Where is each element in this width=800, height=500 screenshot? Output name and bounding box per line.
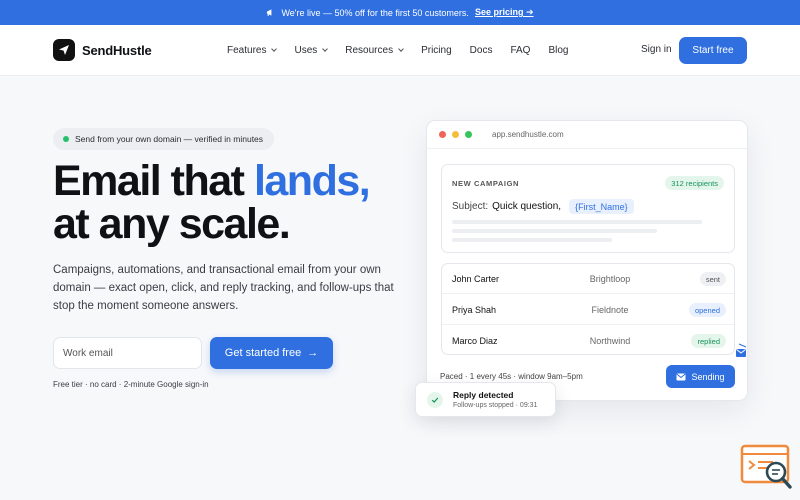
status-badge: sent [699, 272, 726, 286]
toast-title: Reply detected [453, 390, 514, 400]
placeholder-line [452, 220, 702, 224]
nav-features[interactable]: Features [227, 45, 278, 56]
announcement-text: We're live — 50% off for the first 50 cu… [281, 7, 469, 18]
chevron-down-icon [398, 46, 404, 52]
work-email-input[interactable] [53, 337, 202, 369]
checkmark-icon [427, 392, 443, 408]
nav-uses[interactable]: Uses [294, 45, 329, 56]
merge-token: {First_Name} [569, 199, 634, 214]
sending-button[interactable]: Sending [666, 365, 735, 388]
nav-pricing[interactable]: Pricing [421, 45, 452, 56]
close-dot-icon [439, 131, 446, 138]
reply-toast: Reply detected Follow-ups stopped · 09:3… [415, 382, 556, 417]
brand-name: SendHustle [82, 42, 152, 58]
sign-in-link[interactable]: Sign in [641, 44, 672, 55]
chevron-down-icon [322, 46, 329, 52]
subject-line: Subject: Quick question, {First_Name} [452, 199, 634, 214]
pacing-info: Paced · 1 every 45s · window 9am–5pm [440, 372, 583, 381]
nav-docs[interactable]: Docs [470, 45, 493, 56]
see-pricing-link[interactable]: See pricing ➔ [475, 7, 534, 18]
app-mockup: app.sendhustle.com NEW CAMPAIGN 312 reci… [426, 120, 748, 401]
domain-pill: Send from your own domain — verified in … [53, 128, 275, 150]
nav-blog[interactable]: Blog [548, 45, 568, 56]
search-document-icon [740, 444, 792, 489]
recipients-badge: 312 recipients [665, 176, 724, 190]
recipient-list: John Carter Brightloop sent Priya Shah F… [441, 263, 735, 355]
placeholder-line [452, 229, 657, 233]
arrow-right-icon: → [307, 347, 319, 359]
browser-url: app.sendhustle.com [492, 130, 564, 139]
status-badge: opened [688, 303, 726, 317]
campaign-label: NEW CAMPAIGN [452, 179, 520, 188]
chevron-down-icon [271, 46, 278, 52]
envelope-icon [676, 373, 687, 380]
hero-subtext: Campaigns, automations, and transactiona… [53, 264, 394, 312]
nav-faq[interactable]: FAQ [510, 45, 530, 56]
browser-bar: app.sendhustle.com [427, 121, 747, 149]
start-free-button[interactable]: Start free [679, 37, 747, 64]
fine-print: Free tier · no card · 2-minute Google si… [53, 380, 209, 389]
status-dot-icon [63, 136, 69, 142]
campaign-card: NEW CAMPAIGN 312 recipients Subject: Qui… [441, 164, 735, 253]
megaphone-icon [267, 9, 272, 16]
placeholder-line [452, 238, 612, 242]
minimize-dot-icon [452, 131, 459, 138]
toast-subtitle: Follow-ups stopped · 09:31 [453, 402, 538, 409]
nav-resources[interactable]: Resources [345, 45, 404, 56]
headline-accent: lands, [253, 157, 371, 205]
status-badge: replied [691, 334, 726, 348]
envelope-icon [736, 343, 747, 357]
announcement-bar: We're live — 50% off for the first 50 cu… [0, 0, 800, 25]
paper-plane-icon [53, 39, 75, 61]
nav-links: Features Uses Resources Pricing Docs FAQ… [227, 25, 568, 76]
pill-text: Send from your own domain — verified in … [75, 134, 264, 144]
list-item: Marco Diaz Northwind replied [442, 326, 734, 354]
hero-headline: Email that lands, at any scale. [53, 157, 371, 248]
brand-logo[interactable]: SendHustle [53, 39, 152, 61]
list-item: John Carter Brightloop sent [442, 264, 734, 294]
list-item: Priya Shah Fieldnote opened [442, 295, 734, 325]
top-nav: SendHustle Features Uses Resources Prici… [0, 25, 800, 76]
maximize-dot-icon [465, 131, 472, 138]
get-started-button[interactable]: Get started free → [210, 337, 333, 369]
